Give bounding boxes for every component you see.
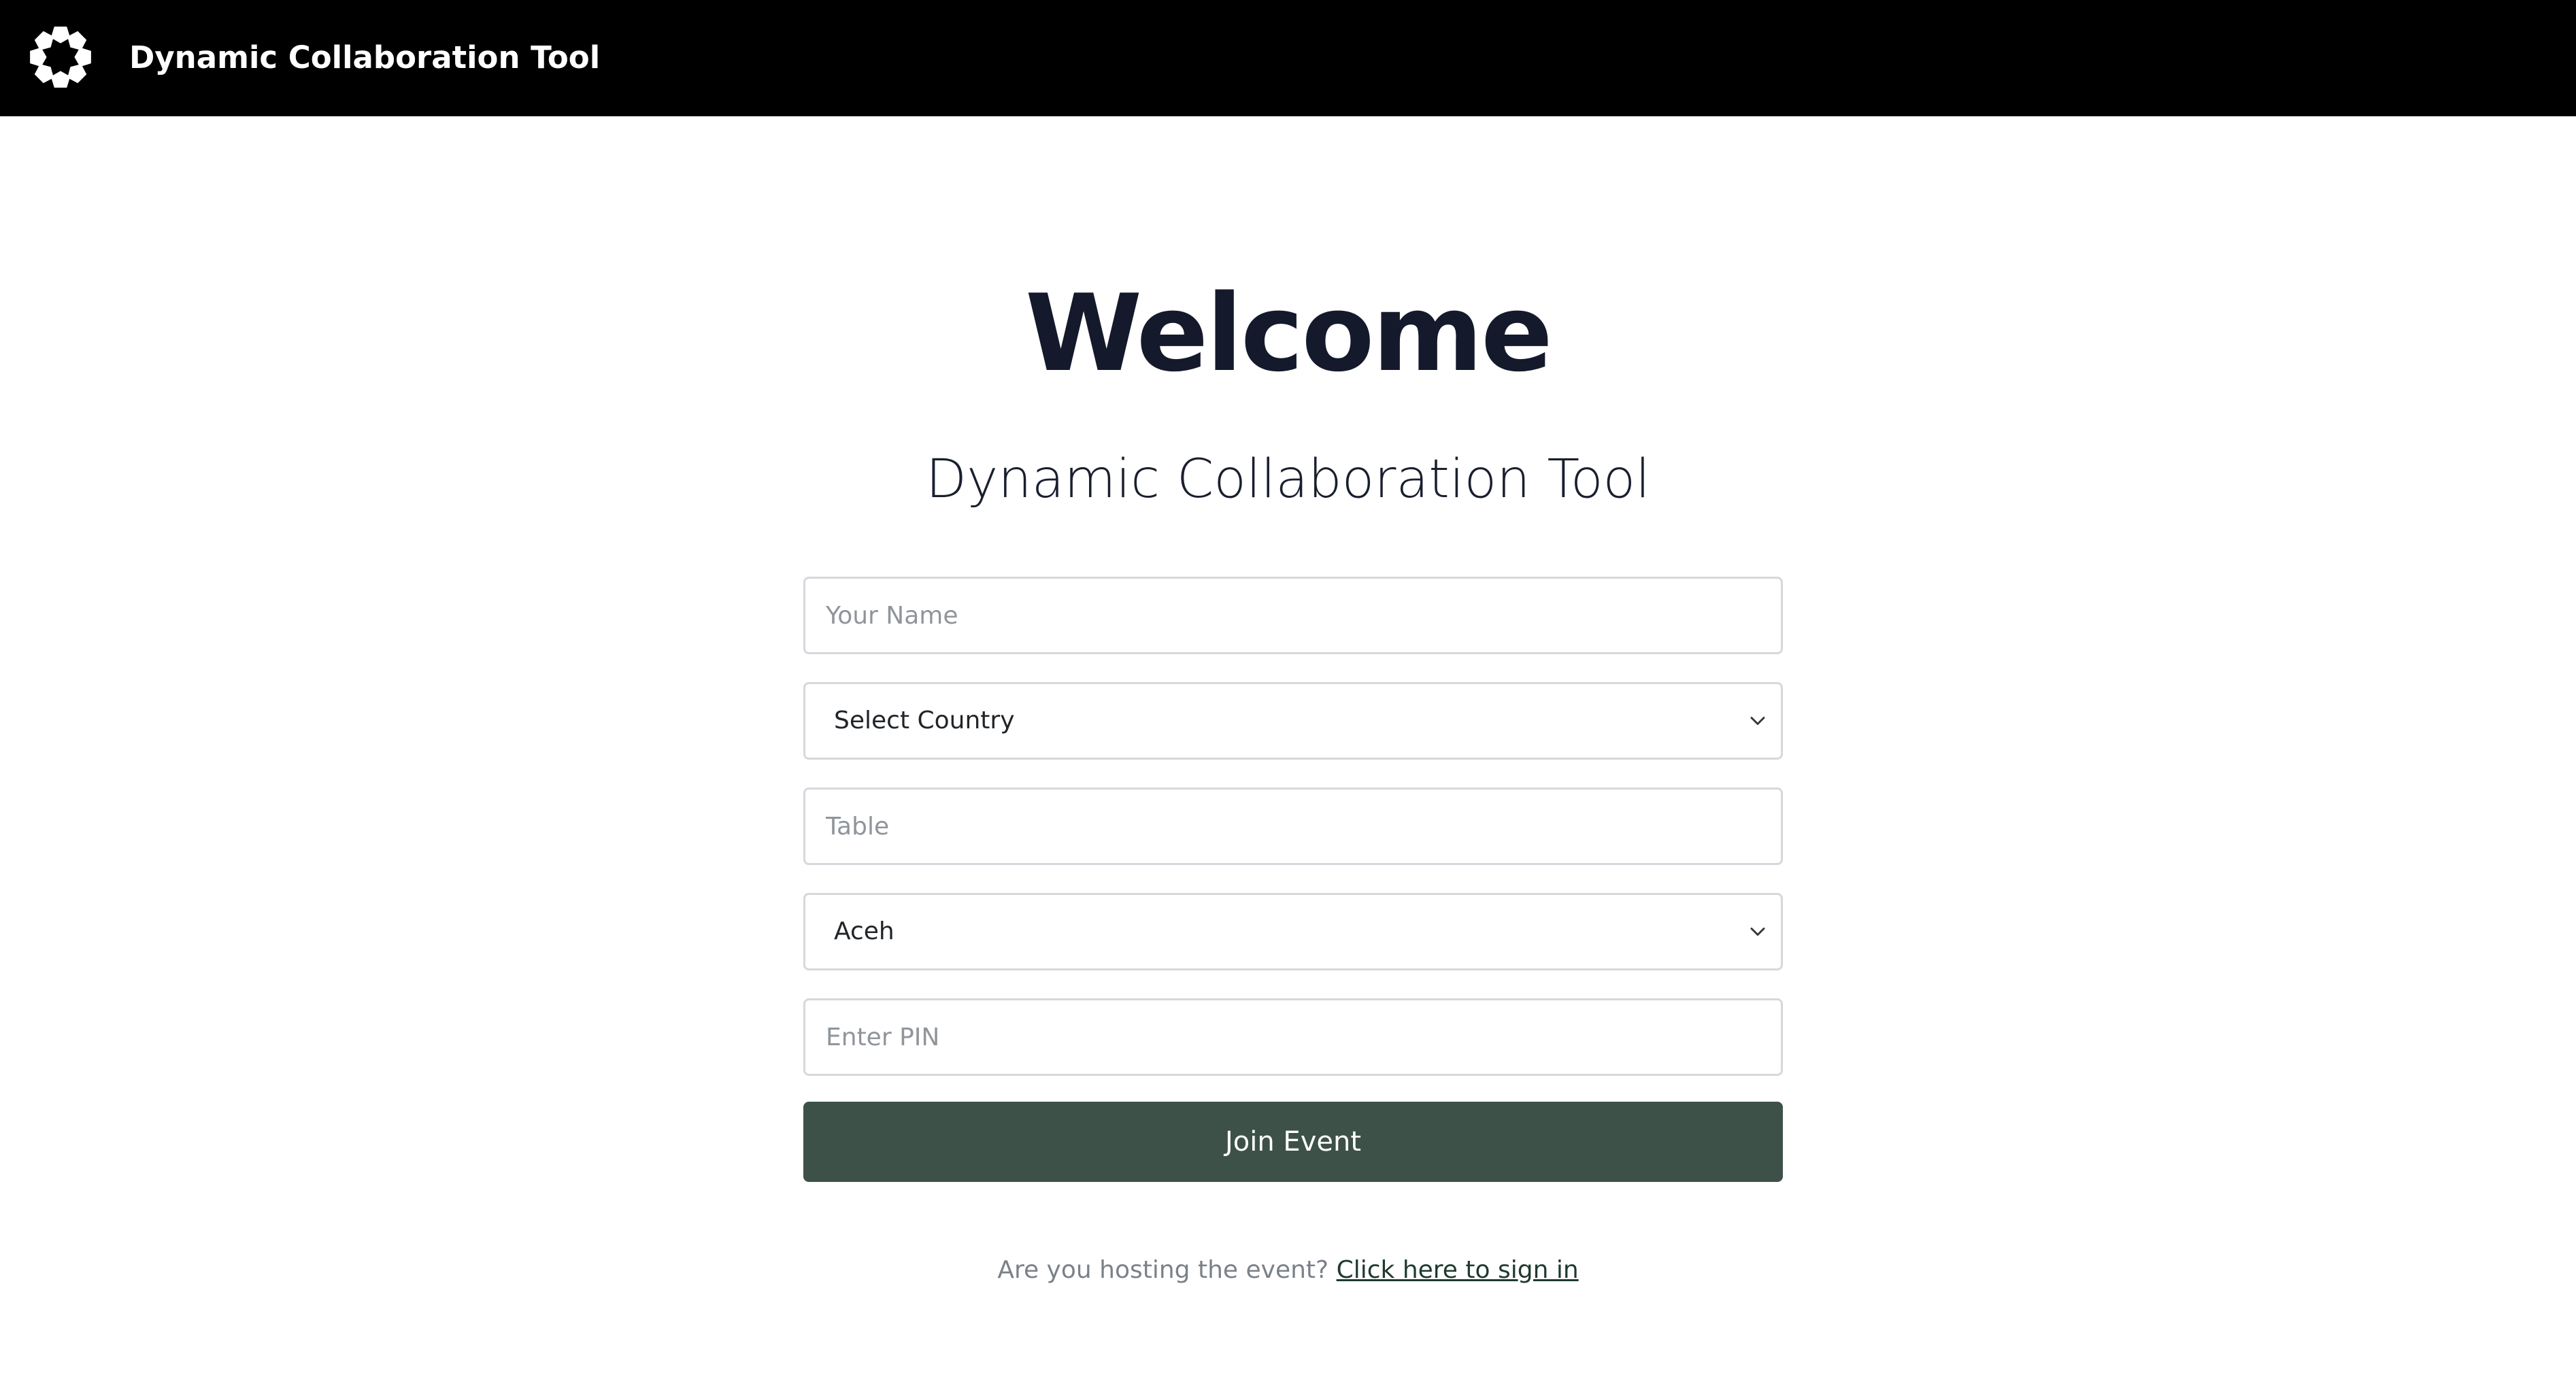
host-signin-line: Are you hosting the event? Click here to… xyxy=(0,1250,2576,1291)
region-select-value: Aceh xyxy=(834,917,894,945)
flower-logo-icon[interactable] xyxy=(26,22,95,92)
country-select[interactable]: Select Country xyxy=(803,682,1783,760)
brand-title[interactable]: Dynamic Collaboration Tool xyxy=(129,35,600,80)
page-subtitle: Dynamic Collaboration Tool xyxy=(926,449,1650,510)
chevron-down-icon xyxy=(1750,928,1765,936)
table-field-wrapper xyxy=(803,788,1783,865)
top-navbar: Dynamic Collaboration Tool xyxy=(0,0,2576,116)
table-input[interactable] xyxy=(805,790,1781,863)
chevron-down-icon xyxy=(1750,717,1765,725)
pin-input[interactable] xyxy=(805,1000,1781,1074)
join-event-button[interactable]: Join Event xyxy=(803,1102,1783,1182)
name-field-wrapper xyxy=(803,577,1783,654)
country-select-value: Select Country xyxy=(834,707,1015,734)
region-select[interactable]: Aceh xyxy=(803,893,1783,970)
pin-field-wrapper xyxy=(803,998,1783,1076)
welcome-heading: Welcome xyxy=(1025,271,1553,395)
name-input[interactable] xyxy=(805,579,1781,652)
host-prompt-text: Are you hosting the event? xyxy=(997,1256,1329,1284)
sign-in-link[interactable]: Click here to sign in xyxy=(1337,1256,1579,1284)
